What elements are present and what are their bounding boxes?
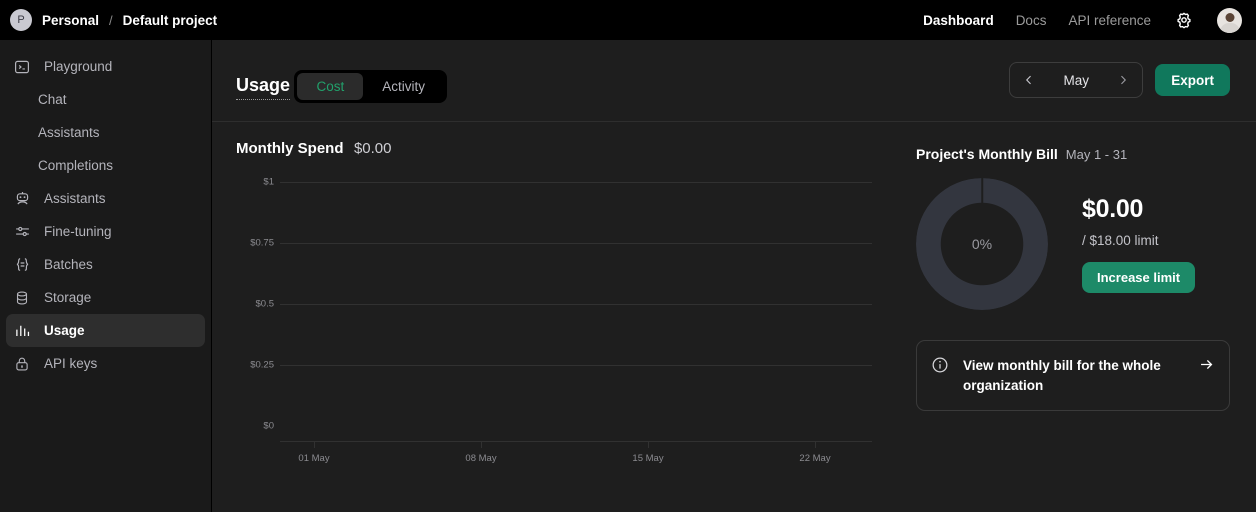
sidebar-item-batches[interactable]: Batches — [6, 248, 205, 281]
monthly-spend-header: Monthly Spend $0.00 — [236, 140, 884, 158]
usage-body: Monthly Spend $0.00 $1 $0.75 $0.5 $0.25 … — [212, 122, 1256, 512]
sidebar-item-label: Chat — [38, 92, 67, 107]
nav-link-dashboard[interactable]: Dashboard — [923, 13, 994, 28]
top-bar: P Personal / Default project Dashboard D… — [0, 0, 1256, 40]
bill-header: Project's Monthly Bill May 1 - 31 — [916, 146, 1230, 162]
x-axis-tick — [815, 442, 816, 448]
gridline — [280, 182, 872, 183]
breadcrumb-separator: / — [109, 12, 113, 28]
export-button[interactable]: Export — [1155, 64, 1230, 96]
main-content: Usage Cost Activity May Export Monthly S… — [212, 40, 1256, 512]
view-org-bill-card[interactable]: View monthly bill for the whole organiza… — [916, 340, 1230, 412]
tab-cost[interactable]: Cost — [297, 73, 364, 100]
sidebar-item-usage[interactable]: Usage — [6, 314, 205, 347]
sidebar-item-label: Storage — [44, 290, 92, 305]
bill-title: Project's Monthly Bill — [916, 146, 1058, 162]
lock-icon — [12, 354, 32, 374]
y-axis-label: $0.5 — [255, 298, 275, 310]
sidebar-item-label: Assistants — [44, 191, 106, 206]
terminal-icon — [12, 57, 32, 77]
usage-header: Usage Cost Activity May Export — [212, 40, 1256, 122]
sidebar-item-assistants[interactable]: Assistants — [6, 182, 205, 215]
batches-icon — [12, 255, 32, 275]
sidebar-item-label: Batches — [44, 257, 93, 272]
page-title: Usage — [236, 75, 291, 100]
bill-summary: 0% $0.00 / $18.00 limit Increase limit — [916, 178, 1230, 310]
x-axis-label: 08 May — [465, 453, 497, 464]
top-navigation: Dashboard Docs API reference — [923, 7, 1242, 33]
bar-chart-icon — [12, 321, 32, 341]
increase-limit-button[interactable]: Increase limit — [1082, 262, 1196, 293]
bill-limit: / $18.00 limit — [1082, 233, 1159, 248]
spend-chart-pane: Monthly Spend $0.00 $1 $0.75 $0.5 $0.25 … — [212, 122, 884, 512]
sidebar-item-assistants-sub[interactable]: Assistants — [6, 116, 205, 149]
database-icon — [12, 288, 32, 308]
usage-tabs: Cost Activity — [294, 70, 448, 103]
gridline — [280, 243, 872, 244]
bill-pane: Project's Monthly Bill May 1 - 31 0% $0.… — [884, 122, 1256, 512]
view-org-bill-label: View monthly bill for the whole organiza… — [963, 358, 1161, 393]
sidebar-item-storage[interactable]: Storage — [6, 281, 205, 314]
robot-icon — [12, 189, 32, 209]
sidebar-item-api-keys[interactable]: API keys — [6, 347, 205, 380]
sidebar-item-label: API keys — [44, 356, 98, 371]
x-axis-tick — [481, 442, 482, 448]
gear-icon[interactable] — [1173, 9, 1195, 31]
sidebar-item-playground[interactable]: Playground — [6, 50, 205, 83]
y-axis-label: $0.25 — [250, 359, 274, 371]
sidebar-item-label: Assistants — [38, 125, 100, 140]
x-axis — [280, 441, 872, 442]
x-axis-tick — [314, 442, 315, 448]
month-label: May — [1063, 72, 1089, 88]
sidebar-item-label: Fine-tuning — [44, 224, 112, 239]
arrow-right-icon[interactable] — [1198, 356, 1215, 373]
avatar[interactable] — [1217, 7, 1242, 33]
app-shell: Playground Chat Assistants Completions A… — [0, 40, 1256, 512]
sidebar-item-label: Usage — [44, 323, 85, 338]
sidebar-item-completions[interactable]: Completions — [6, 149, 205, 182]
gridline — [280, 304, 872, 305]
month-picker[interactable]: May — [1009, 62, 1144, 98]
breadcrumb-project[interactable]: Default project — [123, 13, 218, 28]
header-controls: May Export — [1009, 62, 1230, 98]
org-avatar[interactable]: P — [10, 9, 32, 31]
x-axis-label: 15 May — [632, 453, 664, 464]
avatar-head — [1225, 12, 1234, 22]
gridline — [280, 365, 872, 366]
donut-percent-label: 0% — [971, 236, 993, 252]
y-axis-label: $0 — [263, 420, 274, 432]
bill-amount: $0.00 — [1082, 195, 1144, 223]
bill-donut-chart: 0% — [916, 178, 1048, 310]
x-axis-label: 01 May — [298, 453, 330, 464]
info-icon — [931, 356, 949, 374]
chevron-left-icon[interactable] — [1016, 67, 1042, 93]
nav-link-api-reference[interactable]: API reference — [1068, 13, 1151, 28]
sidebar-item-label: Playground — [44, 59, 113, 74]
chevron-right-icon[interactable] — [1110, 67, 1136, 93]
breadcrumb-org[interactable]: Personal — [42, 13, 99, 28]
y-axis-label: $0.75 — [250, 237, 274, 249]
avatar-body — [1219, 22, 1240, 33]
x-axis-label: 22 May — [799, 453, 831, 464]
nav-link-docs[interactable]: Docs — [1016, 13, 1047, 28]
sidebar: Playground Chat Assistants Completions A… — [0, 40, 212, 512]
sliders-icon — [12, 222, 32, 242]
spend-line-chart: $1 $0.75 $0.5 $0.25 $0 01 May 08 May 15 … — [236, 170, 872, 464]
tab-activity[interactable]: Activity — [363, 73, 444, 100]
y-axis-label: $1 — [263, 176, 274, 188]
sidebar-item-fine-tuning[interactable]: Fine-tuning — [6, 215, 205, 248]
sidebar-item-chat[interactable]: Chat — [6, 83, 205, 116]
monthly-spend-title: Monthly Spend — [236, 140, 344, 157]
monthly-spend-amount: $0.00 — [353, 140, 392, 157]
x-axis-tick — [648, 442, 649, 448]
sidebar-item-label: Completions — [38, 158, 114, 173]
bill-date-range: May 1 - 31 — [1065, 147, 1128, 162]
bill-info: $0.00 / $18.00 limit Increase limit — [1082, 195, 1196, 293]
